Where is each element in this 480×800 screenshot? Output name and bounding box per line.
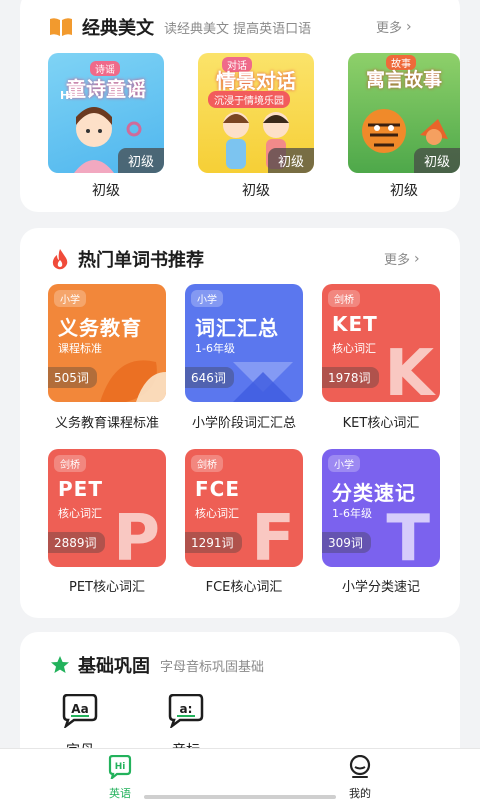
word-count: 309词 xyxy=(322,532,371,553)
book-subtitle: 核心词汇 xyxy=(332,342,376,355)
word-count: 646词 xyxy=(185,367,234,388)
big-letter-decoration: F xyxy=(251,502,295,567)
alphabet-icon-text: Aa xyxy=(71,702,88,716)
bottom-tab-bar: Hi 英语 我的 xyxy=(0,748,480,800)
books-more-label: 更多 xyxy=(384,253,411,268)
fire-icon xyxy=(52,249,68,270)
big-letter-decoration: P xyxy=(113,502,160,567)
word-count: 505词 xyxy=(48,367,97,388)
book-title: PET xyxy=(58,477,103,501)
classics-more-label: 更多 xyxy=(376,21,403,36)
book-tag: 小学 xyxy=(54,290,86,307)
book-tag: 剑桥 xyxy=(328,290,360,307)
classic-caption: 初级 xyxy=(92,183,120,199)
book-tag: 剑桥 xyxy=(191,455,223,472)
book-category-memo[interactable]: 小学 分类速记 1-6年级 T 309词 xyxy=(322,449,440,567)
classic-cover-dialogue[interactable]: 对话 情景对话 沉浸于情境乐园 初级 xyxy=(198,53,314,173)
alphabet-bubble-icon: Aa xyxy=(62,693,98,730)
leaf-decoration xyxy=(100,360,166,402)
classic-cover-fables[interactable]: 故事 寓言故事 初级 xyxy=(348,53,460,173)
book-primary-vocab[interactable]: 小学 词汇汇总 1-6年级 646词 xyxy=(185,284,303,402)
book-subtitle: 1-6年级 xyxy=(332,507,372,520)
classic-cover-poems[interactable]: 诗谣 童诗童谣 Hi 初级 xyxy=(48,53,164,173)
phonetic-bubble-icon: a: xyxy=(168,693,204,730)
book-caption: 小学阶段词汇汇总 xyxy=(191,416,296,431)
tab-english-icon-text: Hi xyxy=(115,762,126,772)
classic-caption: 初级 xyxy=(242,183,270,199)
cover-title: 情景对话 xyxy=(216,69,296,93)
basics-subtitle: 字母音标巩固基础 xyxy=(160,659,265,675)
book-ket[interactable]: 剑桥 KET 核心词汇 K 1978词 xyxy=(322,284,440,402)
level-badge: 初级 xyxy=(267,148,314,173)
word-count: 1978词 xyxy=(322,367,379,388)
book-caption: 义务教育课程标准 xyxy=(54,416,159,431)
book-caption: FCE核心词汇 xyxy=(205,580,283,595)
level-badge: 初级 xyxy=(413,148,460,173)
books-card: 热门单词书推荐 更多 › 小学 义务教育 课程标准 505词 义务教育课程标准 … xyxy=(20,228,460,618)
tab-english[interactable]: Hi 英语 xyxy=(80,754,160,800)
book-tag: 小学 xyxy=(191,290,223,307)
level-badge: 初级 xyxy=(117,148,164,173)
book-pet[interactable]: 剑桥 PET 核心词汇 P 2889词 xyxy=(48,449,166,567)
classic-caption: 初级 xyxy=(390,183,418,199)
basics-title: 基础巩固 xyxy=(78,656,150,677)
book-title: FCE xyxy=(195,477,241,501)
books-title: 热门单词书推荐 xyxy=(78,250,204,271)
word-count: 1291词 xyxy=(185,532,242,553)
chevron-right-icon: › xyxy=(406,18,412,35)
classics-more-link[interactable]: 更多 › xyxy=(376,17,412,37)
books-more-link[interactable]: 更多 › xyxy=(384,249,420,269)
book-fce[interactable]: 剑桥 FCE 核心词汇 F 1291词 xyxy=(185,449,303,567)
book-subtitle: 核心词汇 xyxy=(195,507,239,520)
phonetic-icon-text: a: xyxy=(180,702,193,716)
book-tag: 小学 xyxy=(328,455,360,472)
cover-title: 寓言故事 xyxy=(365,69,442,91)
book-tag: 剑桥 xyxy=(54,455,86,472)
tab-mine[interactable]: 我的 xyxy=(320,754,400,800)
big-letter-decoration: T xyxy=(386,502,430,567)
book-title: 义务教育 xyxy=(58,316,142,340)
book-compulsory-education[interactable]: 小学 义务教育 课程标准 505词 xyxy=(48,284,166,402)
book-caption: PET核心词汇 xyxy=(69,580,145,595)
classics-title: 经典美文 xyxy=(82,18,154,39)
profile-bubble-icon xyxy=(349,754,371,778)
classics-card: 经典美文 读经典美文 提高英语口语 更多 › 诗谣 童诗童谣 Hi 初级 初级 … xyxy=(20,0,460,212)
book-caption: 小学分类速记 xyxy=(341,580,420,595)
book-subtitle: 核心词汇 xyxy=(58,507,102,520)
word-count: 2889词 xyxy=(48,532,105,553)
book-icon xyxy=(50,18,72,36)
home-indicator xyxy=(144,795,336,799)
chevron-right-icon: › xyxy=(414,250,420,267)
big-letter-decoration: K xyxy=(384,337,434,402)
book-title: KET xyxy=(332,312,378,336)
classics-subtitle: 读经典美文 提高英语口语 xyxy=(164,21,312,37)
x-decoration xyxy=(233,362,293,402)
star-icon xyxy=(51,656,69,673)
book-caption: KET核心词汇 xyxy=(342,416,420,431)
hi-bubble-icon: Hi xyxy=(108,754,132,781)
book-title: 词汇汇总 xyxy=(195,316,279,340)
